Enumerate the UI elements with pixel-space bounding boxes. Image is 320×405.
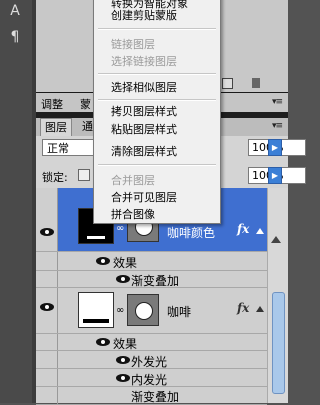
visibility-toggle[interactable]	[36, 369, 58, 386]
menu-separator	[98, 73, 216, 75]
visibility-toggle[interactable]	[36, 334, 58, 350]
fill-arrow-icon[interactable]: ▶	[268, 167, 282, 184]
visibility-toggle[interactable]	[36, 387, 58, 404]
chain-icon[interactable]: ∞	[116, 305, 124, 316]
effect-name[interactable]: 外发光	[131, 353, 167, 370]
menu-item-clear-layer-style[interactable]: 清除图层样式	[111, 145, 177, 159]
menu-item-select-similar-layers[interactable]: 选择相似图层	[111, 81, 177, 95]
menu-separator	[98, 164, 216, 166]
eye-icon[interactable]	[116, 356, 130, 364]
eye-icon[interactable]	[40, 228, 54, 236]
menu-item-merge-layers[interactable]: 合并图层	[111, 174, 155, 188]
tab-layers[interactable]: 图层	[40, 118, 72, 137]
layer-mask-thumbnail[interactable]	[127, 294, 159, 326]
menu-item-merge-visible[interactable]: 合并可见图层	[111, 191, 177, 205]
type-tool-icon[interactable]: A	[4, 0, 26, 22]
tab-adjust[interactable]: 调整	[41, 96, 63, 112]
layer-name[interactable]: 咖啡	[167, 303, 191, 320]
effect-row[interactable]: 内发光	[36, 369, 267, 387]
effects-row: 效果	[36, 252, 267, 271]
effects-label: 效果	[113, 256, 138, 270]
effect-name[interactable]: 渐变叠加	[131, 272, 179, 289]
eye-icon[interactable]	[96, 257, 110, 265]
scroll-thumb[interactable]	[272, 292, 285, 394]
eye-icon[interactable]	[116, 374, 130, 382]
collapse-effects-icon[interactable]	[256, 306, 264, 312]
effects-label: 效果	[113, 337, 138, 351]
eye-icon[interactable]	[40, 303, 54, 311]
effects-row: 效果	[36, 334, 267, 351]
paragraph-icon[interactable]: ¶	[4, 26, 26, 48]
menu-item-create-clipping-mask[interactable]: 创建剪贴蒙版	[111, 9, 177, 23]
collapse-effects-icon[interactable]	[256, 228, 264, 234]
visibility-toggle[interactable]	[36, 271, 58, 287]
chain-icon[interactable]: ∞	[116, 223, 124, 234]
effect-row[interactable]: 渐变叠加	[36, 387, 267, 405]
lock-transparent-checkbox[interactable]	[78, 169, 90, 181]
trash-icon[interactable]	[252, 78, 260, 88]
new-layer-icon[interactable]	[222, 78, 233, 89]
layer-thumbnail	[78, 292, 114, 328]
visibility-toggle[interactable]	[36, 188, 58, 251]
effect-name[interactable]: 内发光	[131, 371, 167, 388]
layer-list-scrollbar[interactable]	[267, 188, 288, 403]
menu-item-copy-layer-style[interactable]: 拷贝图层样式	[111, 105, 177, 119]
fx-icon[interactable]: fx	[237, 222, 249, 236]
layers-panel-menu-icon[interactable]: ▾≡	[272, 121, 283, 131]
panel-menu-icon[interactable]: ▾≡	[272, 97, 283, 107]
layer-name[interactable]: 咖啡颜色	[167, 224, 215, 241]
menu-item-select-linked-layers[interactable]: 选择链接图层	[111, 55, 177, 69]
effect-row[interactable]: 外发光	[36, 351, 267, 369]
menu-separator	[98, 28, 216, 30]
effect-row[interactable]: 渐变叠加	[36, 271, 267, 288]
eye-icon[interactable]	[96, 338, 110, 346]
menu-item-link-layers[interactable]: 链接图层	[111, 38, 155, 52]
visibility-toggle[interactable]	[36, 252, 58, 270]
menu-item-paste-layer-style[interactable]: 粘贴图层样式	[111, 123, 177, 137]
visibility-toggle[interactable]	[36, 288, 58, 333]
context-menu: 转换为智能对象 创建剪贴蒙版 链接图层 选择链接图层 选择相似图层 拷贝图层样式…	[93, 0, 221, 224]
effect-name[interactable]: 渐变叠加	[131, 388, 179, 405]
visibility-toggle[interactable]	[36, 351, 58, 368]
layer-row-coffee[interactable]: ∞ 咖啡 fx	[36, 288, 267, 334]
menu-item-flatten-image[interactable]: 拼合图像	[111, 208, 155, 222]
tool-column: A ¶	[0, 0, 32, 403]
lock-label: 锁定:	[42, 171, 68, 184]
fx-icon[interactable]: fx	[237, 301, 249, 315]
opacity-arrow-icon[interactable]: ▶	[268, 139, 282, 156]
menu-separator	[98, 99, 216, 101]
scroll-up-icon[interactable]	[271, 236, 281, 243]
tab-masks[interactable]: 蒙	[80, 96, 91, 112]
eye-icon[interactable]	[116, 275, 130, 283]
